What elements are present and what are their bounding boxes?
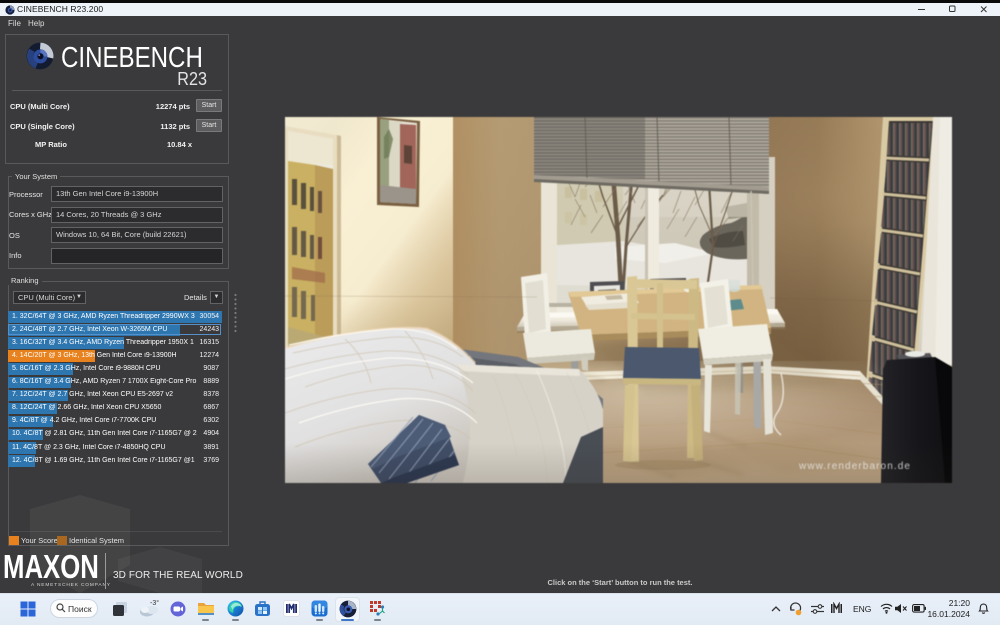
svg-text:-3°: -3°	[150, 599, 159, 607]
